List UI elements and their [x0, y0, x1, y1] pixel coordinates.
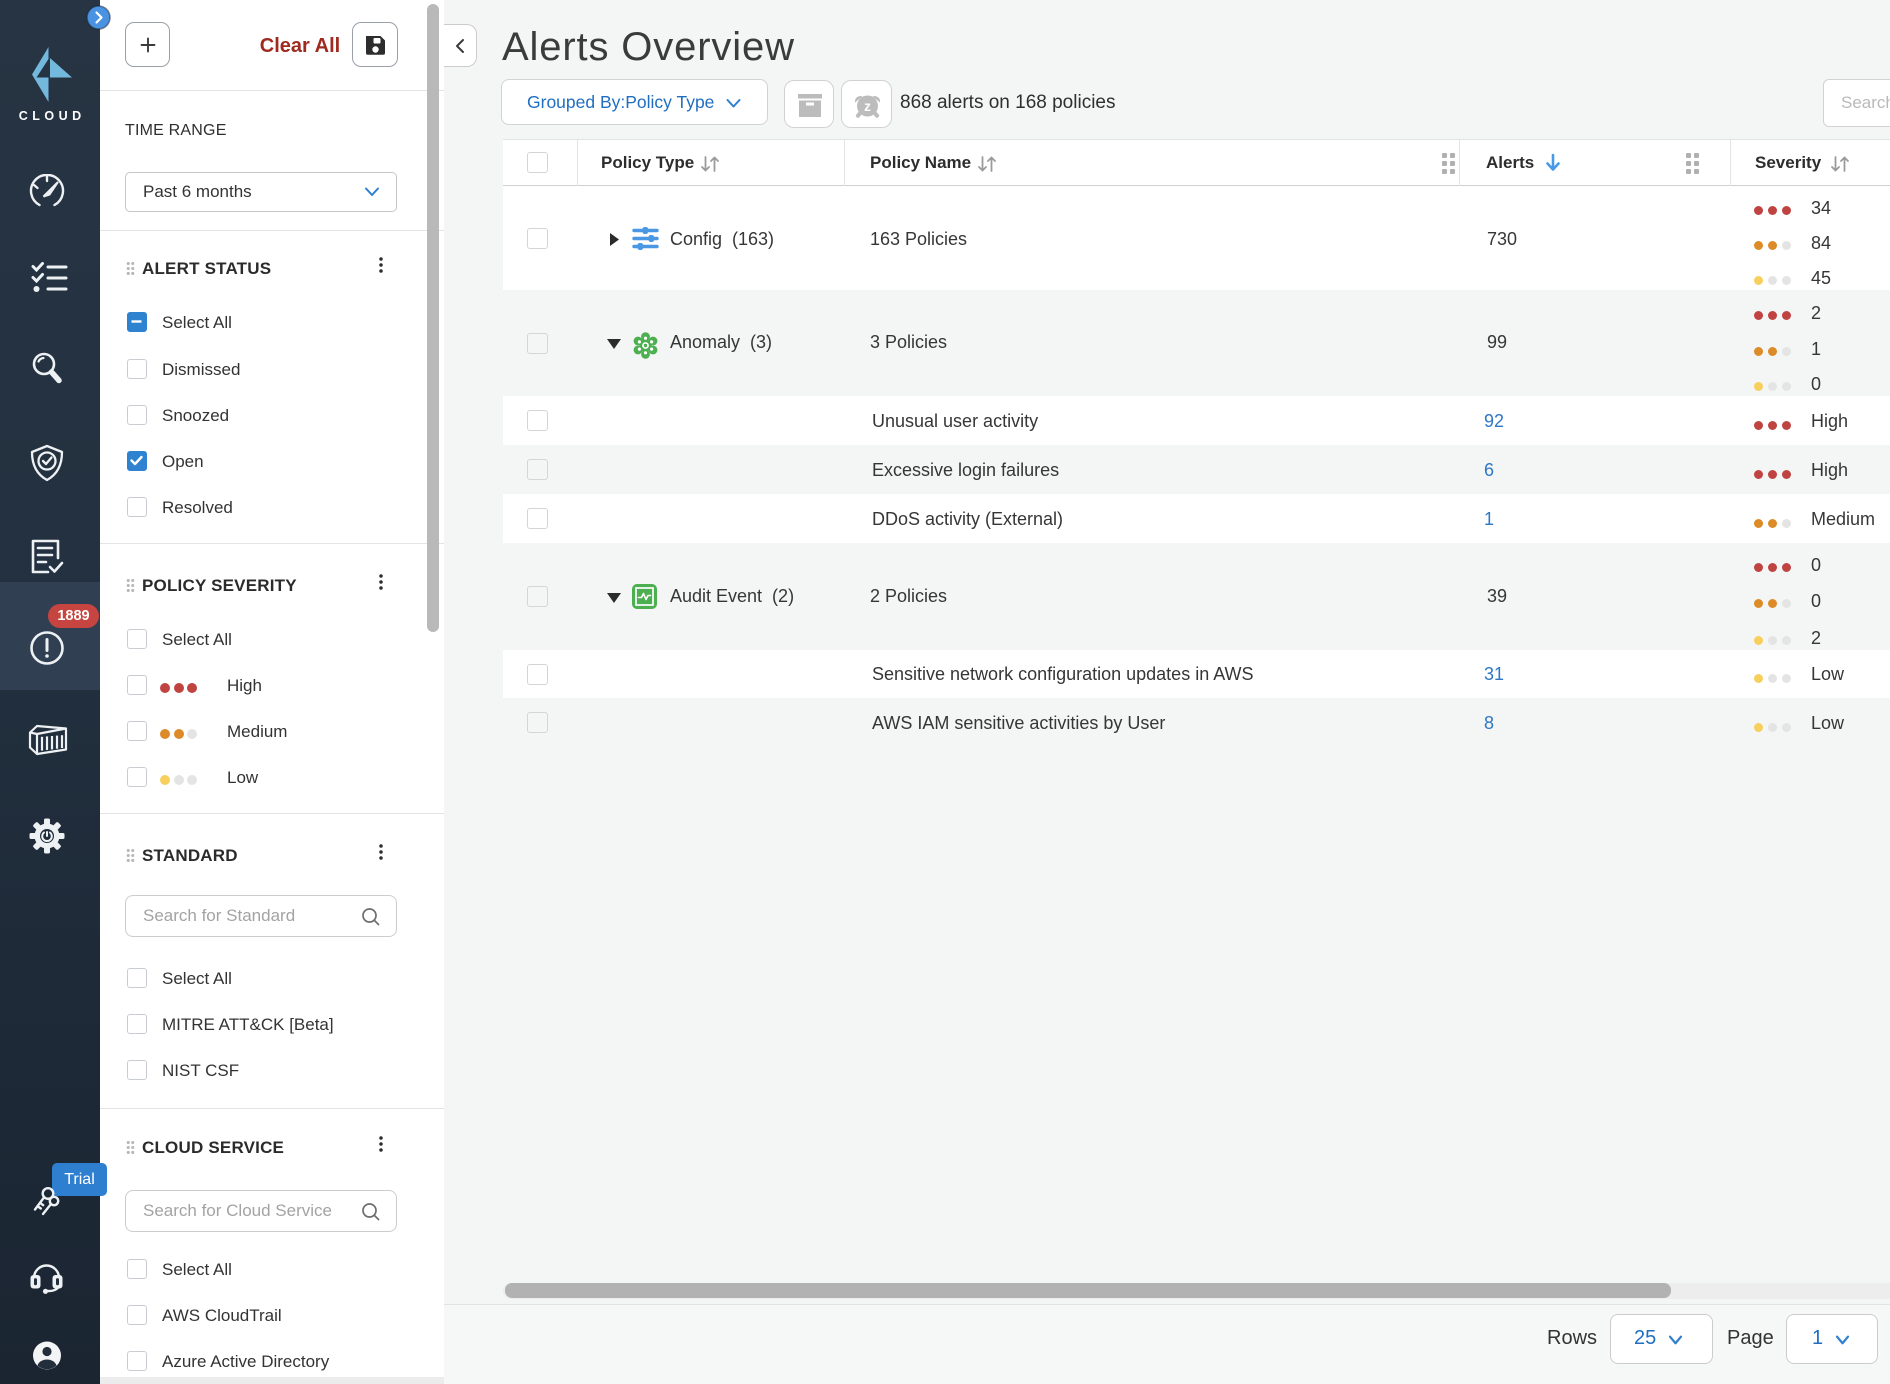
svg-text:z: z	[864, 99, 871, 114]
